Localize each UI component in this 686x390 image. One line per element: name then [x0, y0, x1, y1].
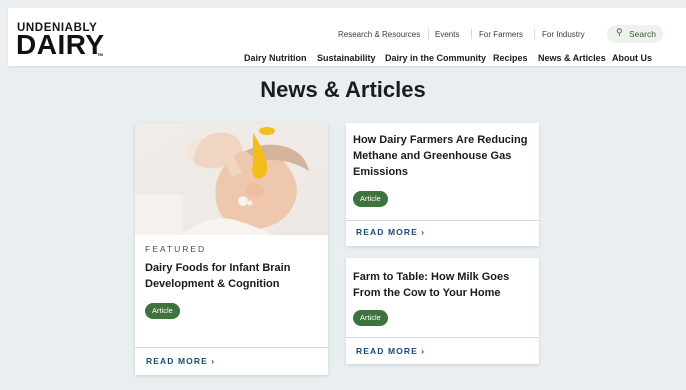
featured-article-card[interactable]: FEATURED Dairy Foods for Infant Brain De… — [135, 123, 328, 375]
search-icon: ⚲ — [616, 27, 623, 37]
utility-separator — [471, 29, 472, 39]
nav-recipes[interactable]: Recipes — [493, 53, 528, 63]
article-card-farm-to-table[interactable]: Farm to Table: How Milk Goes From the Co… — [346, 258, 539, 364]
card-divider — [346, 220, 539, 221]
card-divider — [346, 337, 539, 338]
logo-main-text[interactable]: DAIRY — [16, 29, 105, 61]
article-badge: Article — [145, 303, 180, 319]
nav-sustainability[interactable]: Sustainability — [317, 53, 376, 63]
utility-link-farmers[interactable]: For Farmers — [479, 30, 523, 39]
article-title-farm-to-table[interactable]: Farm to Table: How Milk Goes From the Co… — [353, 269, 531, 301]
featured-article-image — [135, 123, 328, 235]
utility-separator — [428, 29, 429, 39]
utility-separator — [534, 29, 535, 39]
featured-article-title[interactable]: Dairy Foods for Infant Brain Development… — [145, 260, 320, 292]
featured-read-more-link[interactable]: READ MORE › — [146, 356, 215, 366]
site-header: UNDENIABLY DAIRY TM Research & Resources… — [8, 8, 686, 66]
card-divider — [135, 347, 328, 348]
utility-link-events[interactable]: Events — [435, 30, 459, 39]
article-badge: Article — [353, 310, 388, 326]
featured-label: FEATURED — [145, 244, 207, 254]
utility-link-industry[interactable]: For Industry — [542, 30, 585, 39]
nav-about-us[interactable]: About Us — [612, 53, 652, 63]
read-more-link-farm-to-table[interactable]: READ MORE › — [356, 346, 425, 356]
page-title: News & Articles — [260, 77, 426, 102]
nav-dairy-nutrition[interactable]: Dairy Nutrition — [244, 53, 307, 63]
search-button[interactable]: ⚲ Search — [607, 25, 663, 43]
read-more-link-methane[interactable]: READ MORE › — [356, 227, 425, 237]
article-card-methane[interactable]: How Dairy Farmers Are Reducing Methane a… — [346, 123, 539, 246]
article-title-methane[interactable]: How Dairy Farmers Are Reducing Methane a… — [353, 132, 531, 180]
nav-dairy-in-the-community[interactable]: Dairy in the Community — [385, 53, 486, 63]
nav-news-articles[interactable]: News & Articles — [538, 53, 606, 63]
search-label: Search — [629, 29, 656, 39]
utility-link-research[interactable]: Research & Resources — [338, 30, 420, 39]
logo-trademark: TM — [97, 52, 103, 57]
article-badge: Article — [353, 191, 388, 207]
